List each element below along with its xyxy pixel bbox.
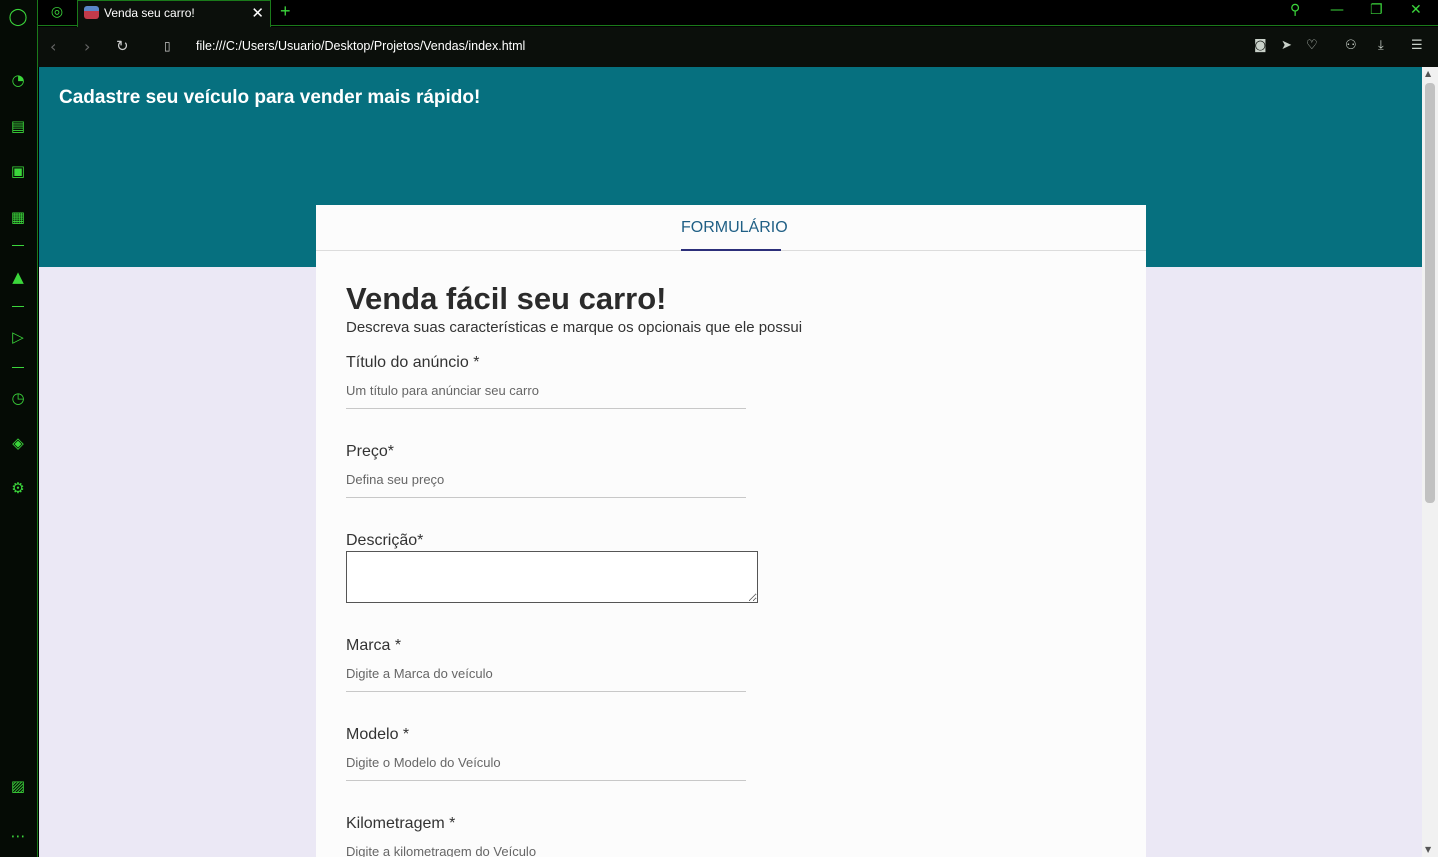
account-icon[interactable]: ⚇ — [1345, 38, 1357, 53]
tab-venda-seu-carro[interactable]: Venda seu carro! ✕ — [77, 0, 271, 27]
file-icon: ▯ — [164, 39, 171, 53]
scroll-down-icon[interactable]: ▼ — [1425, 845, 1431, 854]
address-bar: ‹ › ↻ ▯ file:///C:/Users/Usuario/Desktop… — [38, 27, 1438, 67]
heart-icon[interactable]: ♡ — [1306, 38, 1318, 53]
gamepad-icon[interactable]: ◎ — [38, 0, 76, 26]
tab-close-icon[interactable]: ✕ — [251, 1, 264, 25]
speed-dial-icon[interactable]: ◔ — [8, 70, 28, 90]
opera-logo-icon[interactable]: ◯ — [8, 7, 28, 27]
more-options-icon[interactable]: ⋯ — [8, 826, 28, 846]
descricao-label: Descrição* — [346, 532, 424, 549]
gx-control-icon[interactable]: ▦ — [8, 207, 28, 227]
send-icon[interactable]: ➤ — [1281, 38, 1292, 53]
modelo-input[interactable] — [346, 745, 746, 781]
form-card: FORMULÁRIO Venda fácil seu carro! Descre… — [316, 205, 1146, 857]
page-scrollbar[interactable]: ▲ ▼ — [1422, 67, 1438, 857]
gx-corner-icon[interactable]: ▤ — [8, 116, 28, 136]
gallery-icon[interactable]: ▨ — [8, 776, 28, 796]
tab-indicator — [681, 249, 781, 251]
titulo-label: Título do anúncio * — [346, 354, 480, 371]
minimize-icon[interactable]: — — [1330, 2, 1344, 18]
sidebar-separator — [12, 367, 24, 368]
snapshot-camera-icon[interactable]: ◙ — [1254, 38, 1267, 53]
form-title: Venda fácil seu carro! — [346, 281, 667, 316]
twitch-icon[interactable]: ▣ — [8, 161, 28, 181]
marca-input[interactable] — [346, 656, 746, 692]
player-icon[interactable]: ▷ — [8, 327, 28, 347]
km-label: Kilometragem * — [346, 815, 456, 832]
sidebar-separator — [12, 306, 24, 307]
marca-label: Marca * — [346, 637, 402, 654]
close-window-icon[interactable]: ✕ — [1410, 2, 1422, 18]
preco-input[interactable] — [346, 462, 746, 498]
tab-bar: ◎ Venda seu carro! ✕ + ⚲ — ❐ ✕ — [38, 0, 1438, 27]
search-icon[interactable]: ⚲ — [1290, 2, 1300, 18]
settings-gear-icon[interactable]: ⚙ — [8, 478, 28, 498]
restore-icon[interactable]: ❐ — [1370, 2, 1383, 18]
new-tab-plus-icon[interactable]: + — [280, 0, 291, 22]
hero-title: Cadastre seu veículo para vender mais rá… — [59, 87, 481, 108]
tab-title: Venda seu carro! — [104, 6, 195, 20]
titulo-input[interactable] — [346, 373, 746, 409]
descricao-textarea[interactable] — [346, 551, 758, 603]
extensions-cube-icon[interactable]: ◈ — [8, 433, 28, 453]
tab-formulario[interactable]: FORMULÁRIO — [681, 219, 788, 237]
modelo-label: Modelo * — [346, 726, 410, 743]
reload-icon[interactable]: ↻ — [116, 37, 129, 55]
url-field[interactable]: file:///C:/Users/Usuario/Desktop/Projeto… — [196, 39, 525, 53]
scrollbar-thumb[interactable] — [1425, 83, 1435, 503]
car-favicon-icon — [84, 6, 99, 19]
card-tabs: FORMULÁRIO — [316, 205, 1146, 251]
form-subtitle: Descreva suas características e marque o… — [346, 319, 803, 336]
scroll-up-icon[interactable]: ▲ — [1425, 69, 1431, 78]
preco-label: Preço* — [346, 443, 395, 460]
sidebar-separator — [12, 245, 24, 246]
download-icon[interactable]: ⤓ — [1378, 38, 1384, 53]
browser-sidebar: ◯ ◔ ▤ ▣ ▦ ▲ ▷ ◷ ◈ ⚙ ▨ ⋯ — [0, 0, 38, 857]
km-input[interactable] — [346, 834, 746, 857]
history-icon[interactable]: ◷ — [8, 388, 28, 408]
back-icon[interactable]: ‹ — [50, 37, 56, 56]
aria-icon[interactable]: ▲ — [8, 267, 28, 287]
easy-setup-icon[interactable]: ☰ — [1411, 38, 1423, 53]
forward-icon[interactable]: › — [84, 37, 90, 56]
page-viewport: Cadastre seu veículo para vender mais rá… — [39, 67, 1422, 857]
